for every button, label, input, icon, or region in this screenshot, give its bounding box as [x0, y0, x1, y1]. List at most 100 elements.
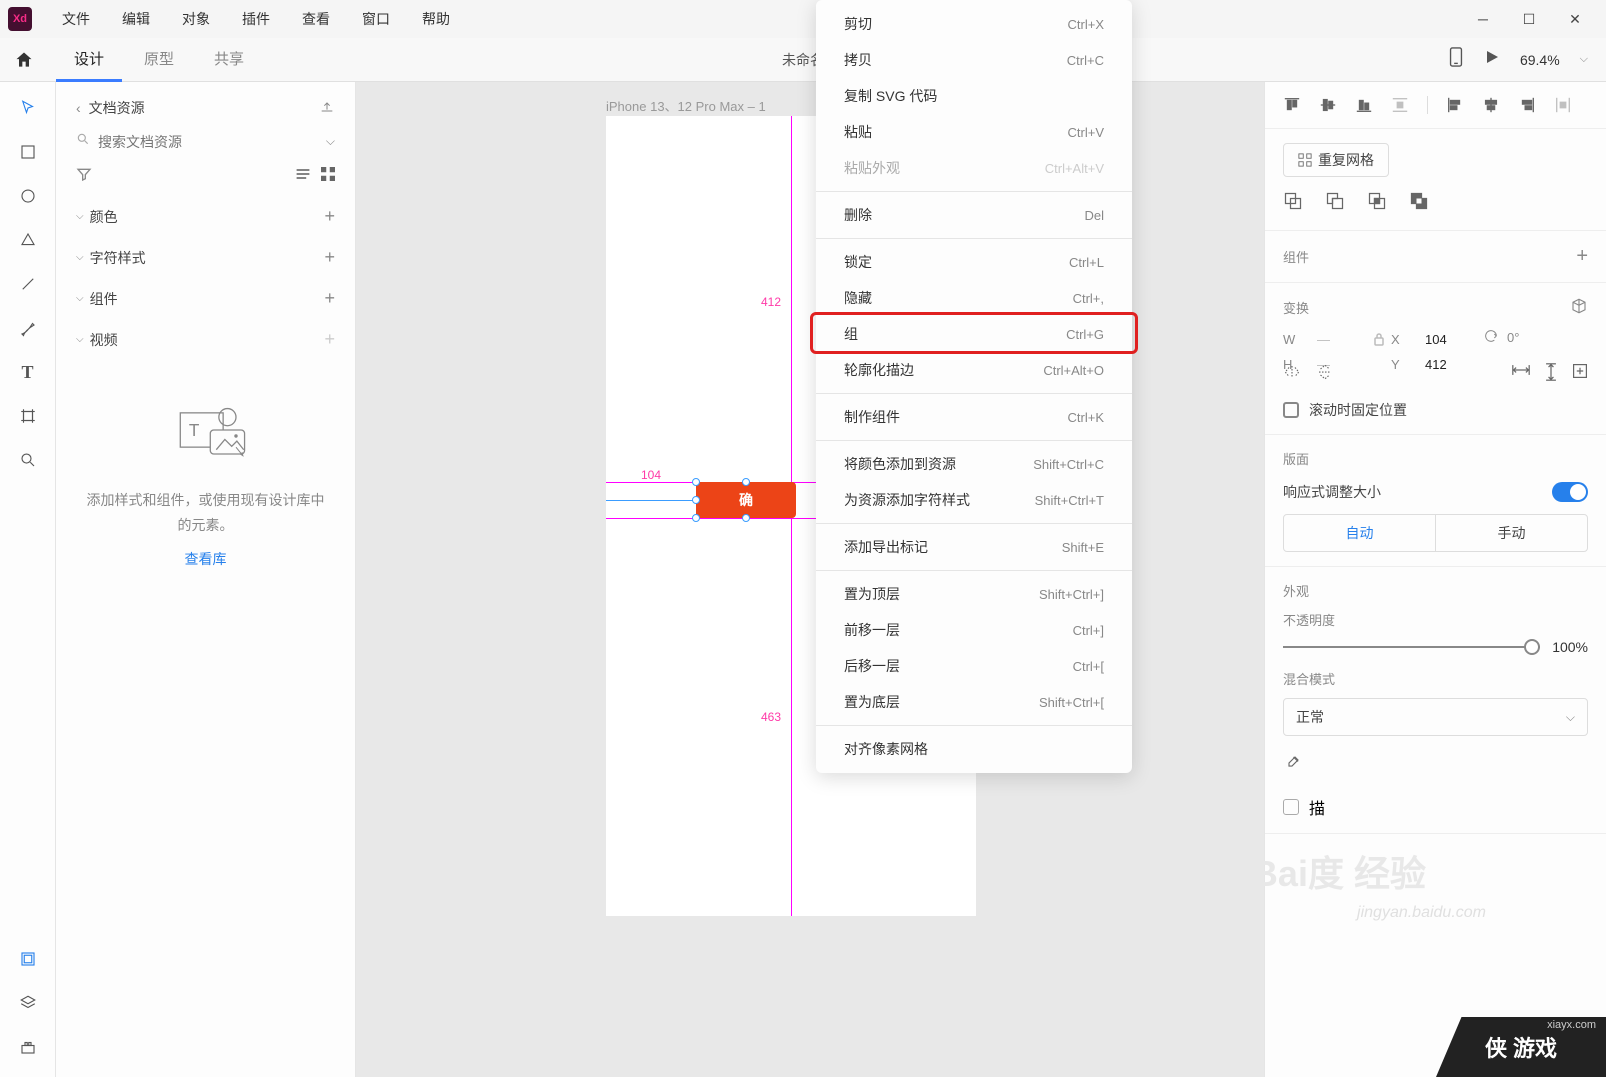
context-menu-item[interactable]: 添加导出标记Shift+E — [816, 529, 1132, 565]
context-menu-item[interactable]: 复制 SVG 代码 — [816, 78, 1132, 114]
context-menu-item[interactable]: 前移一层Ctrl+] — [816, 612, 1132, 648]
context-menu-item[interactable]: 置为底层Shift+Ctrl+[ — [816, 684, 1132, 720]
lock-aspect-icon[interactable] — [1373, 332, 1385, 351]
select-tool-icon[interactable] — [14, 94, 42, 122]
close-button[interactable]: ✕ — [1552, 3, 1598, 35]
context-menu-item[interactable]: 轮廓化描边Ctrl+Alt+O — [816, 352, 1132, 388]
context-menu-item[interactable]: 为资源添加字符样式Shift+Ctrl+T — [816, 482, 1132, 518]
menu-object[interactable]: 对象 — [168, 5, 224, 33]
libraries-icon[interactable] — [14, 945, 42, 973]
device-preview-icon[interactable] — [1448, 47, 1464, 72]
rectangle-tool-icon[interactable] — [14, 138, 42, 166]
boolean-exclude-icon[interactable] — [1409, 191, 1429, 216]
context-menu-item[interactable]: 删除Del — [816, 197, 1132, 233]
add-style-icon[interactable]: + — [324, 247, 335, 268]
add-component-icon[interactable]: + — [324, 288, 335, 309]
tab-design[interactable]: 设计 — [56, 38, 122, 82]
pen-tool-icon[interactable] — [14, 314, 42, 342]
distribute-h-icon[interactable] — [1554, 96, 1572, 114]
fix-scroll-checkbox[interactable] — [1283, 402, 1299, 418]
border-swatch[interactable] — [1283, 799, 1299, 815]
flip-v-icon[interactable] — [1317, 363, 1333, 386]
repeat-grid-button[interactable]: 重复网格 — [1283, 143, 1389, 177]
home-icon[interactable] — [0, 50, 48, 70]
context-menu-item[interactable]: 对齐像素网格 — [816, 731, 1132, 767]
eyedropper-icon[interactable] — [1283, 754, 1301, 777]
menu-view[interactable]: 查看 — [288, 5, 344, 33]
context-menu-item[interactable]: 将颜色添加到资源Shift+Ctrl+C — [816, 446, 1132, 482]
zoom-chevron-icon[interactable]: ⌵ — [1580, 53, 1588, 66]
back-icon[interactable]: ‹ — [76, 100, 81, 116]
grid-view-icon[interactable] — [321, 167, 335, 186]
section-colors[interactable]: ⌵颜色+ — [56, 196, 355, 237]
seg-auto[interactable]: 自动 — [1284, 515, 1436, 551]
text-tool-icon[interactable]: T — [14, 358, 42, 386]
rotation-value[interactable]: 0° — [1507, 330, 1519, 345]
boolean-intersect-icon[interactable] — [1367, 191, 1387, 216]
resize-mode-segment[interactable]: 自动 手动 — [1283, 514, 1588, 552]
context-menu-item[interactable]: 后移一层Ctrl+[ — [816, 648, 1132, 684]
context-menu-item[interactable]: 隐藏Ctrl+, — [816, 280, 1132, 316]
artboard-tool-icon[interactable] — [14, 402, 42, 430]
zoom-tool-icon[interactable] — [14, 446, 42, 474]
menu-plugins[interactable]: 插件 — [228, 5, 284, 33]
context-menu-item[interactable]: 剪切Ctrl+X — [816, 6, 1132, 42]
add-video-icon[interactable]: + — [324, 329, 335, 350]
tab-share[interactable]: 共享 — [196, 38, 262, 82]
align-vcenter-icon[interactable] — [1319, 96, 1337, 114]
opacity-value[interactable]: 100% — [1552, 639, 1588, 655]
align-right-icon[interactable] — [1518, 96, 1536, 114]
ellipse-tool-icon[interactable] — [14, 182, 42, 210]
menu-file[interactable]: 文件 — [48, 5, 104, 33]
plugins-panel-icon[interactable] — [14, 1033, 42, 1061]
selection-handle[interactable] — [742, 514, 750, 522]
boolean-add-icon[interactable] — [1283, 191, 1303, 216]
canvas-button-element[interactable]: 确 — [696, 482, 796, 518]
context-menu-item[interactable]: 粘贴Ctrl+V — [816, 114, 1132, 150]
responsive-v-icon[interactable] — [1544, 363, 1558, 386]
context-menu-item[interactable]: 锁定Ctrl+L — [816, 244, 1132, 280]
flip-h-icon[interactable] — [1283, 364, 1301, 385]
search-chevron-icon[interactable]: ⌵ — [326, 134, 335, 149]
selection-handle[interactable] — [692, 478, 700, 486]
section-char-styles[interactable]: ⌵字符样式+ — [56, 237, 355, 278]
add-component-button[interactable]: + — [1576, 245, 1588, 268]
context-menu-item[interactable]: 组Ctrl+G — [816, 316, 1132, 352]
menu-window[interactable]: 窗口 — [348, 5, 404, 33]
view-library-link[interactable]: 查看库 — [86, 547, 325, 572]
align-top-icon[interactable] — [1283, 96, 1301, 114]
opacity-slider[interactable] — [1283, 646, 1540, 648]
x-value[interactable]: 104 — [1425, 332, 1485, 347]
minimize-button[interactable]: ─ — [1460, 3, 1506, 35]
selection-handle[interactable] — [692, 514, 700, 522]
line-tool-icon[interactable] — [14, 270, 42, 298]
distribute-v-icon[interactable] — [1391, 96, 1409, 114]
layers-icon[interactable] — [14, 989, 42, 1017]
context-menu-item[interactable]: 拷贝Ctrl+C — [816, 42, 1132, 78]
align-hcenter-icon[interactable] — [1482, 96, 1500, 114]
polygon-tool-icon[interactable] — [14, 226, 42, 254]
seg-manual[interactable]: 手动 — [1436, 515, 1587, 551]
zoom-level[interactable]: 69.4% — [1520, 52, 1560, 68]
selection-handle[interactable] — [742, 478, 750, 486]
play-icon[interactable] — [1484, 49, 1500, 70]
blend-mode-select[interactable]: 正常⌵ — [1283, 698, 1588, 736]
align-bottom-icon[interactable] — [1355, 96, 1373, 114]
responsive-toggle[interactable] — [1552, 482, 1588, 502]
upload-icon[interactable] — [319, 99, 335, 118]
responsive-h-icon[interactable] — [1512, 363, 1530, 386]
boolean-subtract-icon[interactable] — [1325, 191, 1345, 216]
rotate-icon[interactable] — [1483, 328, 1499, 347]
maximize-button[interactable]: ☐ — [1506, 3, 1552, 35]
context-menu-item[interactable]: 置为顶层Shift+Ctrl+] — [816, 576, 1132, 612]
filter-icon[interactable] — [76, 167, 92, 186]
list-view-icon[interactable] — [295, 167, 311, 186]
section-video[interactable]: ⌵视频+ — [56, 319, 355, 360]
add-color-icon[interactable]: + — [324, 206, 335, 227]
search-input[interactable] — [98, 134, 318, 150]
menu-edit[interactable]: 编辑 — [108, 5, 164, 33]
y-value[interactable]: 412 — [1425, 357, 1485, 372]
context-menu-item[interactable]: 制作组件Ctrl+K — [816, 399, 1132, 435]
section-components[interactable]: ⌵组件+ — [56, 278, 355, 319]
artboard-label[interactable]: iPhone 13、12 Pro Max – 1 — [606, 96, 766, 115]
